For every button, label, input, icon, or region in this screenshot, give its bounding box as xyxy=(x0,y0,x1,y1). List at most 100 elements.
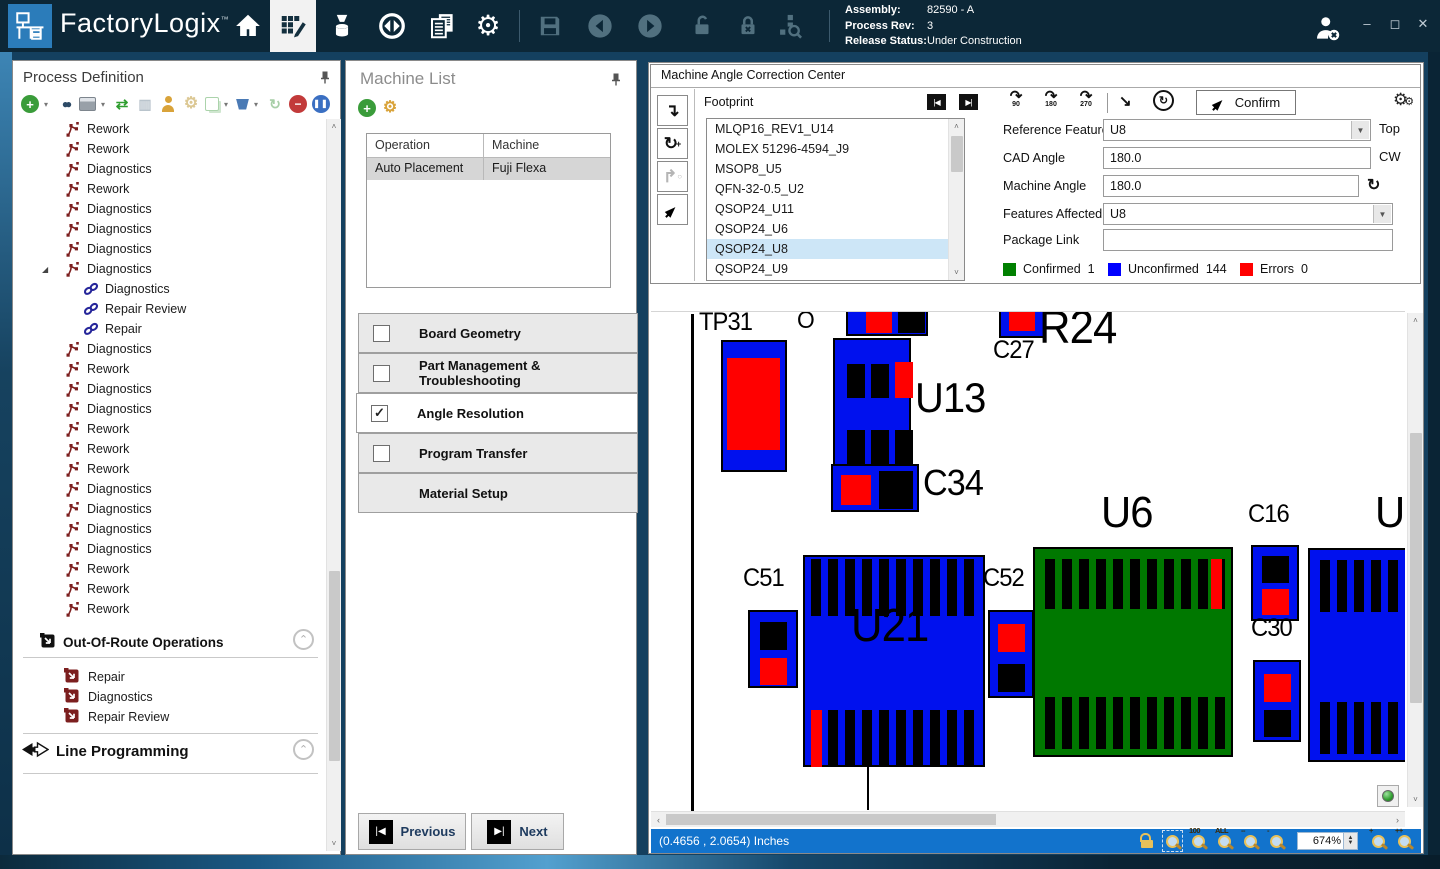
operation-cell[interactable]: Auto Placement xyxy=(367,158,484,180)
machine-cell[interactable]: Fuji Flexa xyxy=(484,158,610,180)
add-operation-icon[interactable]: + xyxy=(21,95,39,113)
zoom-100-icon[interactable]: 100 xyxy=(1190,832,1207,850)
rotate-180-button[interactable]: ↷180 xyxy=(1038,91,1064,108)
scroll-right-arrow[interactable]: › xyxy=(1390,812,1405,827)
settings-gears-icon[interactable]: ⚙⚙ xyxy=(1393,90,1414,110)
tree-item-operation[interactable]: Diagnostics xyxy=(13,479,323,499)
hold-icon[interactable]: ❚❚ xyxy=(312,95,330,113)
zoom-window-icon[interactable] xyxy=(1164,832,1181,850)
column-machine[interactable]: Machine xyxy=(484,134,610,157)
documents-button[interactable] xyxy=(420,6,464,46)
chevron-down-icon[interactable]: ▼ xyxy=(1373,205,1391,223)
column-operation[interactable]: Operation xyxy=(367,134,484,157)
next-button[interactable]: ▶|Next xyxy=(471,813,564,850)
tree-item-operation[interactable]: ◢Diagnostics xyxy=(13,259,323,279)
tree-item-operation[interactable]: Diagnostics xyxy=(13,519,323,539)
features-affected-select[interactable]: U8▼ xyxy=(1103,203,1393,225)
zoom-in-icon[interactable]: + xyxy=(1370,832,1387,850)
zoom-out-icon[interactable]: - xyxy=(1268,832,1285,850)
confirm-button[interactable]: Confirm xyxy=(1196,90,1296,115)
step-checkbox[interactable] xyxy=(373,365,390,382)
machine-table-header[interactable]: Operation Machine xyxy=(367,134,610,158)
component-C30[interactable] xyxy=(1253,660,1301,742)
component-C34[interactable] xyxy=(831,464,919,512)
step-checkbox[interactable] xyxy=(373,325,390,342)
zoom-spin-arrows[interactable]: ▲▼ xyxy=(1344,832,1358,850)
dart-confirm-tool-button[interactable] xyxy=(657,194,688,225)
component-U[interactable] xyxy=(1308,548,1405,762)
close-button[interactable]: ✕ xyxy=(1412,16,1434,32)
pin-icon[interactable] xyxy=(318,70,332,85)
nudge-arrow-button[interactable]: ↘ xyxy=(1119,92,1132,110)
tree-item-operation[interactable]: Diagnostics xyxy=(13,159,323,179)
pin-icon[interactable] xyxy=(609,72,623,87)
tree-scrollbar[interactable]: ˄ ˅ xyxy=(326,119,341,851)
lock-revoke-button-disabled[interactable] xyxy=(726,6,770,46)
footprint-item[interactable]: MLQP16_REV1_U14 xyxy=(707,119,950,139)
delete-dropdown-caret[interactable]: ▾ xyxy=(254,100,261,109)
unlock-button-disabled[interactable] xyxy=(680,6,724,46)
save-button-disabled[interactable] xyxy=(528,6,572,46)
scroll-down-arrow[interactable]: ˅ xyxy=(1408,792,1423,807)
station-icon[interactable]: ▥ xyxy=(136,95,154,113)
process-editor-button-selected[interactable] xyxy=(270,0,316,52)
machine-settings-icon[interactable]: ⚙ xyxy=(381,99,399,117)
copy-dropdown-caret[interactable]: ▾ xyxy=(224,100,231,109)
step-checkbox[interactable] xyxy=(373,445,390,462)
collapse-up-button[interactable]: ⌃ xyxy=(293,629,314,650)
tree-item-operation[interactable]: Rework xyxy=(13,559,323,579)
zoom-level-spinner[interactable]: 674%▲▼ xyxy=(1297,832,1358,850)
tree-expander-icon[interactable]: ◢ xyxy=(42,265,48,274)
pan-lock-icon[interactable] xyxy=(1140,832,1155,850)
redo-button-disabled[interactable] xyxy=(628,6,672,46)
tree-item-operation[interactable]: Diagnostics xyxy=(13,539,323,559)
component-unlabeled[interactable] xyxy=(846,311,928,336)
package-link-input[interactable] xyxy=(1104,230,1392,250)
component-C51[interactable] xyxy=(748,610,798,688)
pcb-vertical-scrollbar[interactable]: ˄ ˅ xyxy=(1407,313,1423,807)
scroll-thumb[interactable] xyxy=(329,571,340,761)
scroll-down-arrow[interactable]: ˅ xyxy=(327,836,341,851)
scroll-up-arrow[interactable]: ˄ xyxy=(327,119,341,134)
rotate-90-button[interactable]: ↷90 xyxy=(1003,91,1029,108)
scroll-thumb[interactable] xyxy=(951,136,963,172)
scroll-up-arrow[interactable]: ˄ xyxy=(949,119,964,134)
layer-toggle-button[interactable] xyxy=(1377,785,1399,807)
auto-rotate-button[interactable]: ↻ xyxy=(1153,90,1174,111)
rotate-add-button[interactable]: ↻+ xyxy=(657,128,688,159)
footprint-item[interactable]: QSOP24_U6 xyxy=(707,219,950,239)
tree-item-operation[interactable]: Rework xyxy=(13,419,323,439)
zoom-out-fast-icon[interactable]: -- xyxy=(1242,832,1259,850)
tree-item-operation[interactable]: Rework xyxy=(13,439,323,459)
step-part-management-troubleshooting[interactable]: Part Management & Troubleshooting xyxy=(358,353,638,393)
move-origin-button-disabled[interactable]: ↱○ xyxy=(657,161,688,192)
footprint-item[interactable]: MSOP8_U5 xyxy=(707,159,950,179)
component-U21[interactable] xyxy=(803,555,985,767)
line-programming-header[interactable]: Line Programming xyxy=(21,739,189,763)
component-TP31[interactable] xyxy=(721,340,787,472)
release-icon[interactable]: ↻ xyxy=(266,95,284,113)
tree-item-operation[interactable]: Diagnostics xyxy=(13,399,323,419)
tree-item-operation[interactable]: Rework xyxy=(13,459,323,479)
production-button[interactable] xyxy=(320,6,364,46)
component-C52[interactable] xyxy=(988,610,1034,698)
footprint-item[interactable]: MOLEX 51296-4594_J9 xyxy=(707,139,950,159)
add-machine-icon[interactable]: + xyxy=(358,99,376,117)
footprint-item[interactable]: QSOP24_U8 xyxy=(707,239,950,259)
tree-item-link[interactable]: Repair xyxy=(13,319,323,339)
footprint-list[interactable]: MLQP16_REV1_U14MOLEX 51296-4594_J9MSOP8_… xyxy=(706,118,965,281)
tree-item-operation[interactable]: Diagnostics xyxy=(13,379,323,399)
process-search-button-disabled[interactable] xyxy=(768,6,812,46)
print-dropdown-caret[interactable]: ▾ xyxy=(101,100,108,109)
tree-item-operation[interactable]: Rework xyxy=(13,359,323,379)
footprint-item[interactable]: QSOP24_U11 xyxy=(707,199,950,219)
rotate-270-button[interactable]: ↷270 xyxy=(1073,91,1099,108)
delete-icon[interactable] xyxy=(236,99,249,110)
transfer-button[interactable] xyxy=(370,6,414,46)
out-of-route-item[interactable]: Diagnostics xyxy=(63,687,153,707)
remove-icon[interactable]: − xyxy=(289,95,307,113)
tree-item-operation[interactable]: Rework xyxy=(13,579,323,599)
component-C16[interactable] xyxy=(1251,545,1299,621)
tree-item-operation[interactable]: Rework xyxy=(13,139,323,159)
machine-angle-input[interactable] xyxy=(1104,176,1358,196)
